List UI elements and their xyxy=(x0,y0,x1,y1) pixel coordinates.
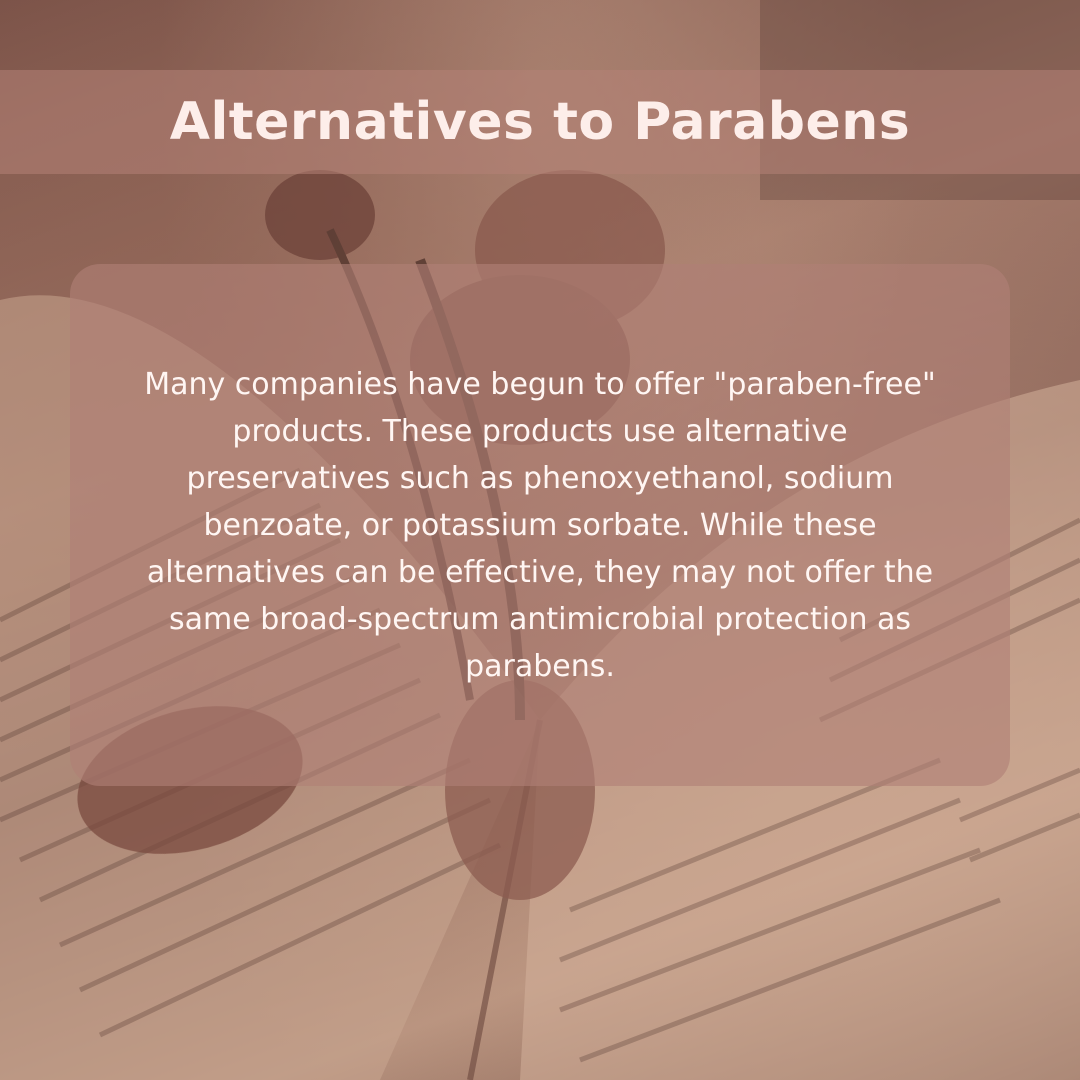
body-paragraph: Many companies have begun to offer "para… xyxy=(144,366,936,684)
rose-bloom xyxy=(265,170,375,260)
title-banner: Alternatives to Parabens xyxy=(0,70,1080,174)
page-title: Alternatives to Parabens xyxy=(169,92,911,152)
content-panel: Many companies have begun to offer "para… xyxy=(70,264,1010,786)
post-canvas: Alternatives to Parabens Many companies … xyxy=(0,0,1080,1080)
